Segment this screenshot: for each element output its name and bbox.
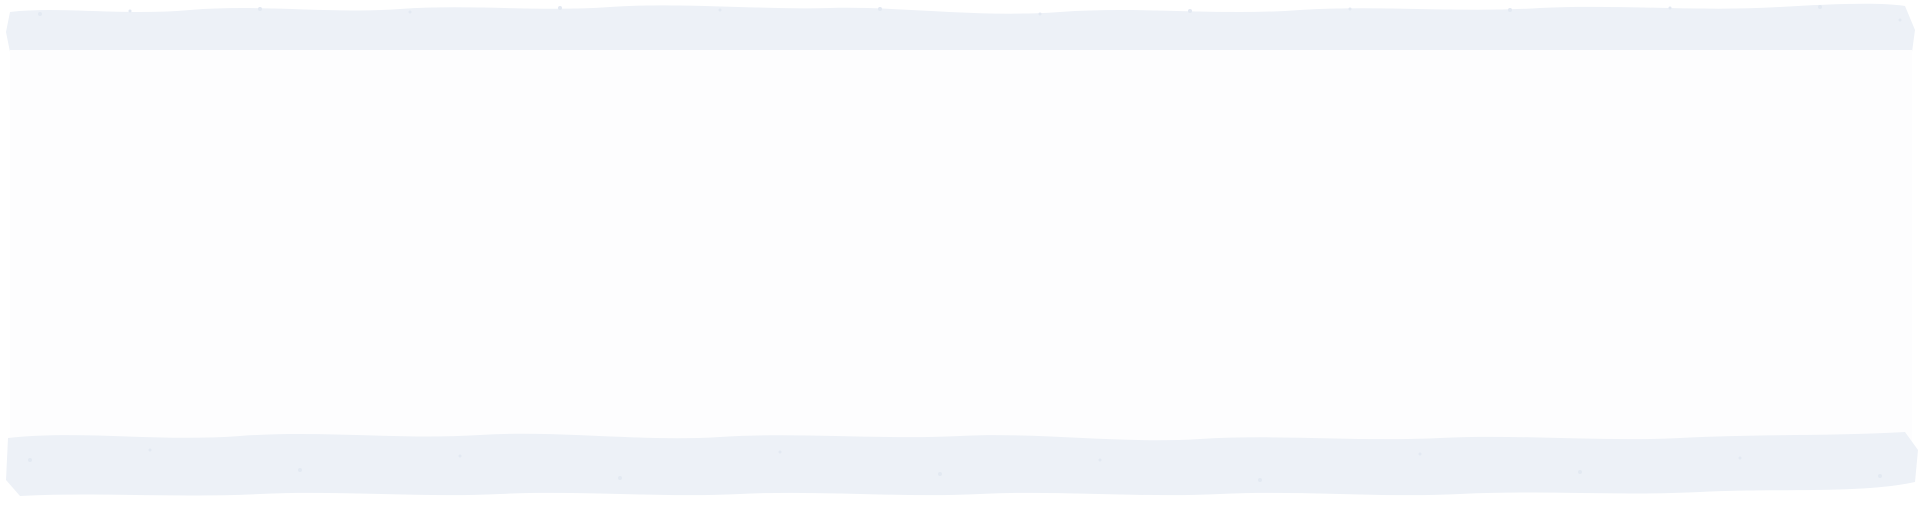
blank-panel	[10, 50, 1912, 442]
bottom-brush-shape	[6, 432, 1918, 496]
top-brush-shape	[6, 3, 1915, 53]
canvas	[0, 0, 1920, 513]
bottom-brush-stroke-graphic	[6, 432, 1918, 496]
bottom-brush-stroke	[0, 420, 1920, 513]
